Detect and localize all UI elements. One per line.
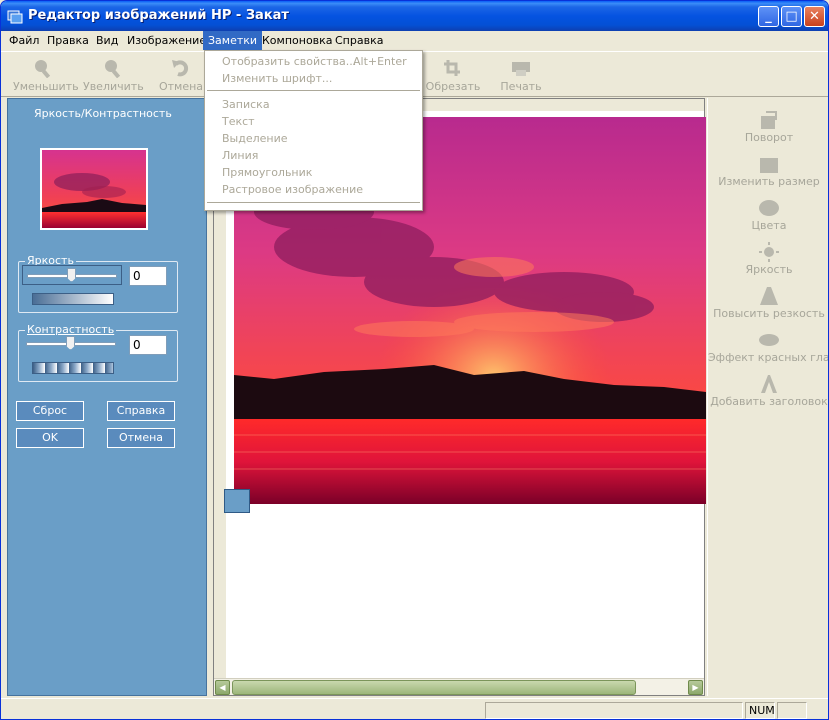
crop-label: Обрезать	[425, 80, 481, 93]
minimize-button[interactable]: _	[758, 6, 779, 27]
contrast-slider[interactable]	[22, 334, 122, 354]
brightness-tool-label: Яркость	[745, 263, 793, 276]
maximize-icon: □	[785, 9, 798, 24]
sharpen-label: Повысить резкость	[713, 307, 825, 320]
print-icon	[512, 62, 530, 76]
menu-notes[interactable]: Заметки	[203, 31, 263, 50]
title-bar[interactable]: Редактор изображений HP - Закат _ □ ✕	[1, 1, 828, 31]
crop-button[interactable]: Обрезать	[423, 56, 483, 96]
menu-line[interactable]: Линия	[205, 147, 422, 164]
brightness-value-input[interactable]: 0	[129, 266, 167, 286]
app-window: Редактор изображений HP - Закат _ □ ✕ Фа…	[0, 0, 829, 720]
brightness-gradient-bar	[32, 293, 114, 305]
zoom-in-button[interactable]: Увеличить	[83, 56, 144, 96]
contrast-gradient-bar	[32, 362, 114, 374]
text-icon	[761, 375, 777, 393]
contrast-value-input[interactable]: 0	[129, 335, 167, 355]
maximize-button[interactable]: □	[781, 6, 802, 27]
sunset-thumbnail-image	[42, 150, 146, 228]
menu-highlight[interactable]: Выделение	[205, 130, 422, 147]
tools-panel: Поворот Изменить размер Цвета Яркость По…	[707, 98, 829, 696]
colors-tool[interactable]: Цвета	[708, 198, 828, 232]
help-button[interactable]: Справка	[107, 401, 175, 421]
status-field-main	[485, 702, 743, 719]
menu-show-properties[interactable]: Отобразить свойства... Alt+Enter	[205, 53, 422, 70]
menu-rectangle[interactable]: Прямоугольник	[205, 164, 422, 181]
menu-file[interactable]: Файл	[4, 31, 44, 50]
add-caption-tool[interactable]: Добавить заголовок	[708, 374, 828, 408]
scroll-right-icon[interactable]: ▶	[688, 680, 703, 695]
zoom-corner-widget[interactable]	[224, 489, 250, 513]
print-button[interactable]: Печать	[491, 56, 551, 96]
close-button[interactable]: ✕	[804, 6, 825, 27]
ok-button[interactable]: OK	[16, 428, 84, 448]
scroll-left-icon[interactable]: ◀	[215, 680, 230, 695]
contrast-group: Контрастность 0	[18, 323, 178, 382]
zoom-in-label: Увеличить	[83, 80, 144, 93]
horizontal-scrollbar[interactable]: ◀ ▶	[214, 678, 704, 695]
sharpen-icon	[760, 287, 778, 305]
resize-label: Изменить размер	[718, 175, 820, 188]
menu-change-font[interactable]: Изменить шрифт...	[205, 70, 422, 87]
brightness-slider[interactable]	[22, 265, 122, 285]
brightness-tool[interactable]: Яркость	[708, 242, 828, 276]
rotate-label: Поворот	[744, 131, 794, 144]
crop-icon	[444, 60, 460, 76]
contrast-slider-thumb[interactable]	[66, 336, 75, 350]
status-bar: NUM	[1, 698, 828, 719]
app-icon	[7, 10, 23, 24]
eye-icon	[759, 334, 779, 346]
sun-icon	[759, 242, 779, 262]
zoom-in-icon	[105, 60, 121, 78]
menu-help[interactable]: Справка	[330, 31, 388, 50]
brightness-slider-thumb[interactable]	[67, 268, 76, 282]
resize-tool[interactable]: Изменить размер	[708, 154, 828, 188]
brightness-group: Яркость 0	[18, 254, 178, 313]
rotate-tool[interactable]: Поворот	[708, 110, 828, 144]
panel-title: Яркость/Контрастность	[34, 107, 172, 120]
menu-note[interactable]: Записка	[205, 96, 422, 113]
zoom-out-button[interactable]: Уменьшить	[13, 56, 79, 96]
menu-image[interactable]: Изображение	[122, 31, 211, 50]
status-field-extra	[777, 702, 807, 719]
print-label: Печать	[500, 80, 542, 93]
menu-bitmap[interactable]: Растровое изображение	[205, 181, 422, 198]
menu-text[interactable]: Текст	[205, 113, 422, 130]
close-icon: ✕	[809, 9, 820, 24]
menu-layout[interactable]: Компоновка	[257, 31, 338, 50]
sharpen-tool[interactable]: Повысить резкость	[708, 286, 828, 320]
reset-button[interactable]: Сброс	[16, 401, 84, 421]
cancel-button[interactable]: Отмена	[107, 428, 175, 448]
menu-bar: Файл Правка Вид Изображение Заметки Комп…	[1, 31, 828, 50]
zoom-out-label: Уменьшить	[13, 80, 79, 93]
num-lock-indicator: NUM	[745, 702, 775, 719]
undo-icon	[172, 60, 189, 77]
window-title: Редактор изображений HP - Закат	[28, 8, 289, 23]
minimize-icon: _	[765, 9, 772, 24]
add-caption-label: Добавить заголовок	[710, 395, 828, 408]
undo-label: Отмена	[158, 80, 204, 93]
red-eye-label: Эффект красных глаз	[708, 351, 829, 364]
scrollbar-thumb[interactable]	[232, 680, 636, 695]
zoom-out-icon	[35, 60, 51, 78]
show-properties-shortcut: Alt+Enter	[353, 55, 407, 68]
rotate-icon	[761, 111, 777, 129]
show-properties-label: Отобразить свойства...	[222, 55, 357, 68]
undo-button[interactable]: Отмена	[151, 56, 211, 96]
palette-icon	[759, 200, 779, 216]
colors-label: Цвета	[751, 219, 787, 232]
resize-icon	[760, 158, 778, 173]
preview-thumbnail	[40, 148, 148, 230]
notes-dropdown-menu: Отобразить свойства... Alt+Enter Изменит…	[204, 50, 423, 211]
menu-separator	[207, 90, 420, 91]
menu-edit[interactable]: Правка	[42, 31, 94, 50]
brightness-contrast-panel: Яркость/Контрастность Яркость 0 Контраст…	[7, 98, 207, 696]
menu-view[interactable]: Вид	[91, 31, 123, 50]
menu-separator-bottom	[207, 202, 420, 203]
red-eye-tool[interactable]: Эффект красных глаз	[708, 330, 829, 364]
